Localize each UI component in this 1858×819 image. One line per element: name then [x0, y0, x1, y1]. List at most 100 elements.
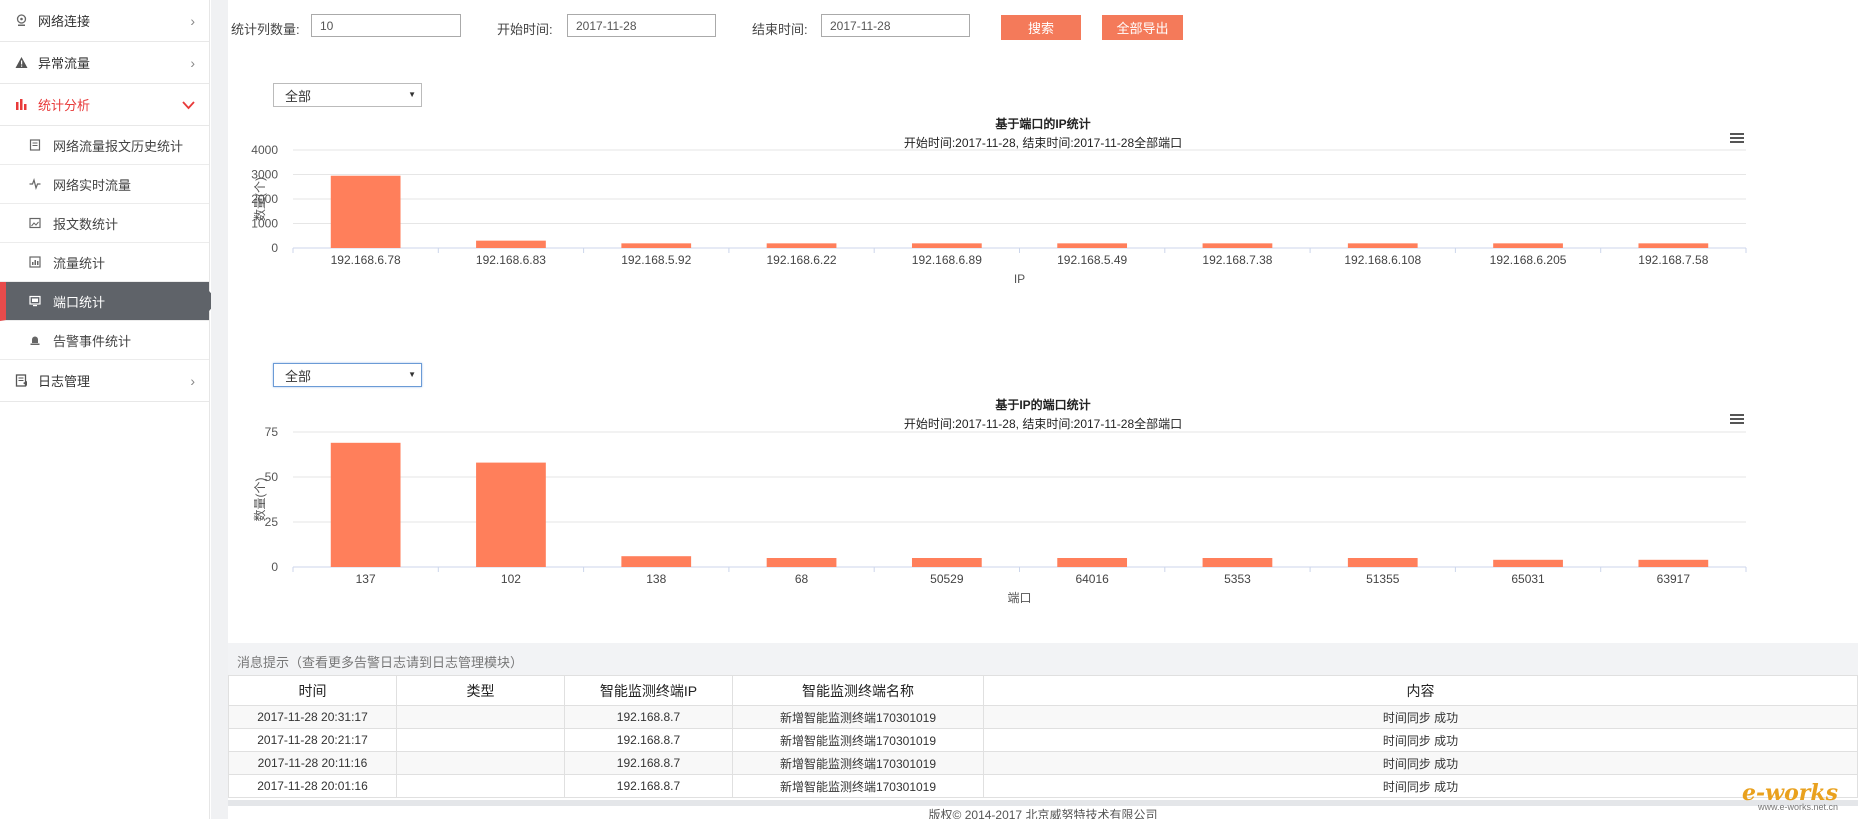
message-table: 时间 类型 智能监测终端IP 智能监测终端名称 内容 2017-11-28 20…	[228, 675, 1858, 798]
copyright-footer: 版权© 2014-2017 北京威努特技术有限公司	[928, 808, 1158, 819]
bar	[1638, 559, 1709, 567]
message-title: 消息提示（查看更多告警日志请到日志管理模块）	[237, 655, 524, 670]
sidebar-item-log[interactable]: 日志管理 ›	[0, 360, 209, 402]
sidebar-item-abnormal[interactable]: 异常流量 ›	[0, 42, 209, 84]
sidebar-gutter	[211, 0, 228, 819]
bar	[1202, 558, 1273, 567]
x-tick-label: 192.168.5.49	[1057, 253, 1127, 267]
port-chart-container: 基于IP的端口统计 开始时间:2017-11-28, 结束时间:2017-11-2…	[228, 396, 1858, 621]
y-tick-label: 0	[271, 560, 278, 574]
table-row: 2017-11-28 20:21:17 192.168.8.7 新增智能监测终端17…	[228, 728, 1858, 752]
table-cell	[396, 774, 565, 798]
column-header-time: 时间	[228, 675, 397, 706]
x-tick-label: 64016	[1075, 572, 1109, 586]
table-cell: 时间同步 成功	[983, 728, 1858, 752]
table-row: 2017-11-28 20:31:17 192.168.8.7 新增智能监测终端17…	[228, 705, 1858, 729]
warning-icon	[14, 56, 28, 70]
end-time-input[interactable]	[821, 14, 970, 37]
bar	[621, 556, 692, 567]
table-cell: 192.168.8.7	[564, 751, 733, 775]
sidebar-subitem-label: 报文数统计	[53, 216, 119, 232]
x-tick-label: 192.168.6.205	[1490, 253, 1567, 267]
ip-chart-menu-icon[interactable]	[1730, 133, 1744, 145]
table-cell: 192.168.8.7	[564, 705, 733, 729]
ip-chart-container: 基于端口的IP统计 开始时间:2017-11-28, 结束时间:2017-11-2…	[228, 115, 1858, 340]
sidebar-subitem-label: 流量统计	[53, 255, 106, 271]
sidebar: 网络连接 › 异常流量 › 统计分析 网络流量报文历史统计 网络实时流量 报文数	[0, 0, 210, 819]
sidebar-subitem-alarm[interactable]: 告警事件统计	[0, 321, 209, 360]
x-axis-label: 端口	[1007, 591, 1031, 605]
select-value: 全部	[285, 368, 312, 384]
bar	[330, 442, 401, 567]
port-statistics-chart: 基于IP的端口统计开始时间:2017-11-28, 结束时间:2017-11-2…	[252, 397, 1747, 605]
table-cell: 时间同步 成功	[983, 705, 1858, 729]
bar	[911, 558, 982, 567]
monitor-icon	[28, 295, 41, 308]
export-all-button[interactable]: 全部导出	[1102, 15, 1183, 40]
x-tick-label: 138	[646, 572, 666, 586]
bar	[1347, 243, 1418, 248]
x-tick-label: 192.168.6.108	[1344, 253, 1421, 267]
chevron-right-icon: ›	[190, 54, 195, 71]
x-tick-label: 192.168.7.38	[1202, 253, 1272, 267]
table-row: 2017-11-28 20:11:16 192.168.8.7 新增智能监测终端17…	[228, 751, 1858, 775]
x-tick-label: 192.168.6.22	[767, 253, 837, 267]
x-tick-label: 137	[356, 572, 376, 586]
table-cell: 时间同步 成功	[983, 751, 1858, 775]
search-button[interactable]: 搜索	[1001, 15, 1081, 40]
sidebar-subitem-packets[interactable]: 报文数统计	[0, 204, 209, 243]
sidebar-subitem-history[interactable]: 网络流量报文历史统计	[0, 126, 209, 165]
table-cell: 192.168.8.7	[564, 774, 733, 798]
chevron-right-icon: ›	[190, 12, 195, 29]
chart1-port-select[interactable]: 全部 ▼	[273, 83, 422, 107]
sidebar-item-statistics[interactable]: 统计分析	[0, 84, 209, 126]
sidebar-subitem-label: 端口统计	[53, 294, 106, 310]
chart2-ip-select[interactable]: 全部 ▼	[273, 363, 422, 387]
port-chart-menu-icon[interactable]	[1730, 414, 1744, 426]
x-tick-label: 68	[795, 572, 809, 586]
x-tick-label: 192.168.6.89	[912, 253, 982, 267]
bar	[1638, 243, 1709, 248]
end-time-label: 结束时间:	[752, 22, 808, 37]
sidebar-subitem-realtime[interactable]: 网络实时流量	[0, 165, 209, 204]
sidebar-item-label: 统计分析	[38, 98, 91, 113]
x-tick-label: 65031	[1511, 572, 1545, 586]
bar	[330, 175, 401, 248]
x-tick-label: 192.168.7.58	[1638, 253, 1708, 267]
table-cell: 2017-11-28 20:31:17	[228, 705, 397, 729]
x-tick-label: 51355	[1366, 572, 1400, 586]
bar	[911, 243, 982, 248]
y-tick-label: 0	[271, 241, 278, 255]
x-tick-label: 192.168.5.92	[621, 253, 691, 267]
column-header-type: 类型	[396, 675, 565, 706]
table-cell: 新增智能监测终端170301019	[732, 774, 984, 798]
network-icon	[14, 14, 28, 28]
bar	[1347, 558, 1418, 567]
main-content: 统计列数量: 开始时间: 结束时间: 搜索 全部导出 全部 ▼ 基于端口的IP统…	[228, 0, 1858, 819]
column-header-name: 智能监测终端名称	[732, 675, 984, 706]
sidebar-subitem-label: 网络实时流量	[53, 177, 132, 193]
y-tick-label: 4000	[251, 143, 278, 157]
bar	[1057, 558, 1128, 567]
x-tick-label: 63917	[1657, 572, 1691, 586]
chart-subtitle: 开始时间:2017-11-28, 结束时间:2017-11-28全部端口	[904, 416, 1182, 431]
start-time-label: 开始时间:	[497, 22, 553, 37]
column-header-content: 内容	[983, 675, 1858, 706]
start-time-input[interactable]	[567, 14, 716, 37]
sidebar-subitem-port[interactable]: 端口统计	[0, 282, 209, 321]
alarm-icon	[28, 334, 41, 347]
sidebar-item-label: 网络连接	[38, 14, 91, 29]
sidebar-subitem-traffic[interactable]: 流量统计	[0, 243, 209, 282]
table-cell	[396, 751, 565, 775]
bar	[1202, 243, 1273, 248]
table-cell	[396, 705, 565, 729]
y-axis-label: 数量(个)	[252, 478, 267, 522]
pulse-icon	[28, 178, 41, 191]
ip-statistics-chart: 基于端口的IP统计开始时间:2017-11-28, 结束时间:2017-11-2…	[251, 116, 1747, 286]
bar	[766, 558, 837, 567]
sidebar-item-network[interactable]: 网络连接 ›	[0, 0, 209, 42]
table-cell	[396, 728, 565, 752]
count-input[interactable]	[311, 14, 461, 37]
document-icon	[28, 139, 41, 152]
sidebar-subitem-label: 网络流量报文历史统计	[53, 138, 184, 154]
